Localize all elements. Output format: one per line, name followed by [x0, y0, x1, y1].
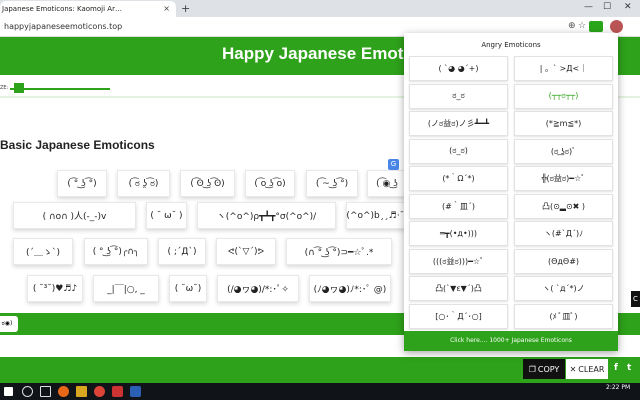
popup-emoticon-button[interactable]: (#｀皿´) [409, 193, 508, 219]
clear-button[interactable]: ✕ CLEAR [566, 359, 608, 379]
word-icon[interactable] [130, 386, 141, 397]
task-view-icon[interactable] [40, 386, 51, 397]
emoticon-button[interactable]: ( ;´Д`) [158, 238, 206, 265]
size-slider-label: ZE: [0, 85, 9, 91]
popup-emoticon-button[interactable]: (((ಠ益ಠ)))━☆ﾟ [409, 248, 508, 274]
section-title: Basic Japanese Emoticons [0, 138, 155, 152]
search-icon[interactable] [22, 386, 33, 397]
windows-icon[interactable] [4, 387, 13, 396]
emoticon-button[interactable]: (∩ ͡° ͜ʖ ͡°)⊃━☆ﾟ.* [286, 238, 392, 265]
popup-grid: ( `◕ ◕´+) | 。` >Д<｜ ಠ_ಠ (┬┬ಠ┬┬) (ノಠ益ಠ)ノ彡┻━┻(… [409, 56, 613, 332]
clock-time: 2:22 PM [606, 384, 631, 391]
popup-emoticon-button[interactable]: [○･｀Д´･○] [409, 303, 508, 329]
popup-emoticon-button[interactable]: (*≧m≦*) [514, 111, 613, 136]
emoticon-button[interactable]: ( ͡~ ͜ʖ ͡°) [306, 170, 358, 197]
translate-icon[interactable]: G [388, 159, 399, 170]
app-icon[interactable] [112, 386, 123, 397]
emoticon-button[interactable]: ( ͡ಠ ʖ̯ ͡ಠ) [117, 170, 170, 197]
taskbar: 2:22 PM [0, 383, 640, 400]
popup-emoticon-button[interactable]: | 。` >Д<｜ [514, 56, 613, 81]
angry-emoticons-popup: Angry Emoticons ( `◕ ◕´+) | 。` >Д<｜ ಠ_ಠ (┬┬… [404, 33, 618, 351]
popup-emoticon-button[interactable]: (ಠ ͟ʖಠ)ﾞ [514, 138, 613, 164]
close-window-button[interactable]: ✕ [624, 2, 632, 12]
emoticon-button[interactable]: ( ͡° ͜ʖ ͡°) [57, 170, 107, 197]
emoticon-button[interactable]: (ˊ＿ゝˋ) [13, 238, 73, 265]
facebook-icon[interactable]: f [614, 363, 618, 373]
selected-emoticon-chip[interactable]: ಠ◉) [0, 316, 18, 332]
tab-close-icon[interactable]: × [163, 4, 170, 13]
popup-emoticon-button[interactable]: ═┳(•д•))) [409, 221, 508, 246]
minimize-button[interactable]: — [584, 2, 593, 12]
popup-emoticon-button[interactable]: 凸(⊙▂⊙✖ ) [514, 193, 613, 219]
emoticon-button[interactable]: ( ° ͜ʖ ͡°)╭∩╮ [84, 238, 148, 265]
chrome-icon[interactable] [94, 386, 105, 397]
emoticon-button[interactable]: (ﾉ◕ヮ◕)ﾉ*:･ﾟ @) [309, 275, 391, 302]
emoticon-button[interactable]: ( ͡o ͜ʖ ͡o) [245, 170, 295, 197]
side-chip[interactable]: C [631, 291, 640, 307]
tab-bar: Japanese Emoticons: Kaomoji Ar… × + — ☐ … [0, 0, 640, 17]
popup-emoticon-button[interactable]: ╬(ಠ益ಠ)━☆ﾟ [514, 166, 613, 191]
emoticon-button[interactable]: ( ˘³˘)♥♬♪ [27, 275, 83, 302]
new-tab-button[interactable]: + [181, 2, 190, 15]
twitter-icon[interactable]: t [627, 363, 631, 373]
popup-emoticon-button[interactable]: (┬┬ಠ┬┬) [514, 83, 613, 109]
popup-title: Angry Emoticons [481, 41, 541, 49]
emoticon-button[interactable]: d(^o^)b¸¸♬·¯·♩ [346, 202, 406, 229]
emoticon-button[interactable]: ( ˘ ω˘ ) [146, 202, 187, 229]
profile-avatar[interactable] [610, 20, 623, 33]
size-slider-track[interactable] [10, 88, 110, 90]
browser-tab[interactable]: Japanese Emoticons: Kaomoji Ar… × [0, 1, 176, 17]
popup-emoticon-button[interactable]: ヽ( `д´*)ノ [514, 276, 613, 301]
emoticon-button[interactable]: ヽ(^o^)ρ┳┻┳°σ(^o^)/ [197, 202, 336, 229]
emoticon-button[interactable]: ( ͡ʘ ͜ʖ ͡ʘ) [180, 170, 235, 197]
explorer-icon[interactable] [76, 386, 87, 397]
clear-label: CLEAR [578, 364, 605, 374]
popup-emoticon-button[interactable]: ヽ(#`Д´)ﾉ [514, 221, 613, 246]
size-slider-thumb[interactable] [14, 83, 24, 93]
copy-button[interactable]: ❐ COPY [523, 359, 565, 379]
copy-icon: ❐ [528, 364, 536, 374]
close-icon: ✕ [569, 364, 577, 374]
copy-label: COPY [537, 364, 560, 374]
more-emoticons-link[interactable]: Click here.... 1000+ Japanese Emoticons [404, 331, 618, 351]
popup-emoticon-button[interactable]: ಠ_ಠ [409, 83, 508, 109]
emoticon-button[interactable]: ( ͡◉ ͜ʖ [367, 170, 407, 197]
emoticon-button[interactable]: _|￣|○, _ [93, 275, 159, 302]
emoticon-button[interactable]: ᕙ(`▽´)ᕗ [216, 238, 276, 265]
popup-emoticon-button[interactable]: 凸(`▼ε▼´)凸 [409, 276, 508, 301]
popup-emoticon-button[interactable]: (ﾒ ﾟ皿ﾟ) [514, 303, 613, 329]
zoom-icon[interactable]: ⊕ [568, 21, 576, 31]
emoticon-button[interactable]: (/◕ヮ◕)/*:･ﾟ✧ [217, 275, 299, 302]
popup-emoticon-button[interactable]: (ノಠ益ಠ)ノ彡┻━┻ [409, 111, 508, 136]
star-icon[interactable]: ☆ [578, 21, 586, 31]
popup-emoticon-button[interactable]: (ΘдΘ#) [514, 248, 613, 274]
firefox-icon[interactable] [58, 386, 69, 397]
url-field[interactable]: happyjapaneseemoticons.top [4, 22, 122, 31]
clock: 2:22 PM [606, 384, 630, 391]
popup-emoticon-button[interactable]: (ಠ_ಠ) [409, 138, 508, 164]
extension-icon[interactable] [589, 21, 603, 32]
tab-title: Japanese Emoticons: Kaomoji Ar… [2, 5, 122, 13]
popup-emoticon-button[interactable]: ( `◕ ◕´+) [409, 56, 508, 81]
maximize-button[interactable]: ☐ [603, 2, 611, 12]
emoticon-button[interactable]: ( ˘ω˘) [169, 275, 207, 302]
emoticon-button[interactable]: ( ∩o∩ )人(-_-)v [13, 202, 136, 229]
popup-emoticon-button[interactable]: (*｀Ω´*) [409, 166, 508, 191]
